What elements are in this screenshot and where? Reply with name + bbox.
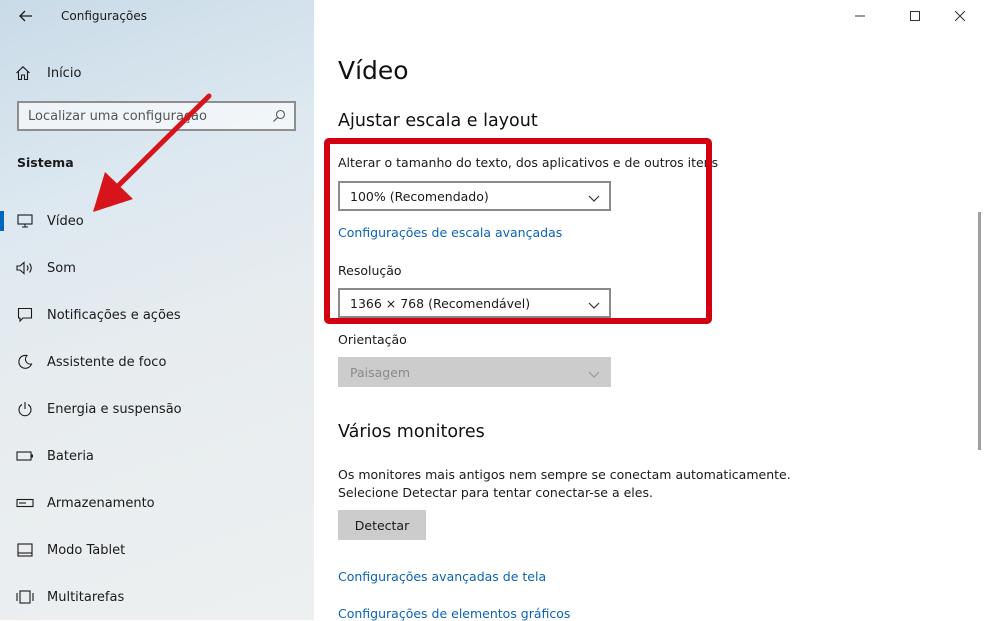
minimize-button[interactable] <box>845 6 875 28</box>
orientation-label: Orientação <box>338 332 407 347</box>
maximize-icon <box>910 9 920 25</box>
sidebar-item-label: Energia e suspensão <box>47 401 182 417</box>
monitors-description-line2: Selecione Detectar para tentar conectar-… <box>338 485 653 500</box>
sidebar-item-focus-assist[interactable]: Assistente de foco <box>0 342 314 382</box>
sidebar-item-notifications[interactable]: Notificações e ações <box>0 295 314 335</box>
power-icon <box>16 400 34 418</box>
search-input[interactable] <box>19 107 268 125</box>
close-button[interactable] <box>945 6 975 28</box>
sidebar-item-label: Som <box>47 260 76 276</box>
section-title-scale: Ajustar escala e layout <box>338 111 538 131</box>
app-title: Configurações <box>61 9 147 23</box>
monitor-icon <box>16 212 34 230</box>
orientation-dropdown[interactable]: Paisagem <box>338 357 611 387</box>
scrollbar[interactable] <box>978 212 981 450</box>
advanced-display-link[interactable]: Configurações avançadas de tela <box>338 569 546 584</box>
sidebar-item-storage[interactable]: Armazenamento <box>0 483 314 523</box>
maximize-button[interactable] <box>900 6 930 28</box>
search-icon[interactable] <box>268 105 290 127</box>
highlight-box <box>324 138 712 324</box>
sidebar-item-tablet-mode[interactable]: Modo Tablet <box>0 530 314 570</box>
orientation-value: Paisagem <box>350 364 411 380</box>
section-title-monitors: Vários monitores <box>338 422 485 442</box>
back-button[interactable] <box>14 6 38 28</box>
moon-icon <box>16 353 34 371</box>
monitors-description-line1: Os monitores mais antigos nem sempre se … <box>338 467 791 482</box>
sidebar-item-label: Vídeo <box>47 213 84 229</box>
sidebar-item-sound[interactable]: Som <box>0 248 314 288</box>
sidebar-item-label: Armazenamento <box>47 495 155 511</box>
minimize-icon <box>855 9 865 25</box>
main-panel: Vídeo Ajustar escala e layout Alterar o … <box>314 0 984 621</box>
notification-icon <box>16 306 34 324</box>
search-box[interactable] <box>17 101 296 131</box>
sidebar: Configurações Início Sistema Vídeo Som N… <box>0 0 314 620</box>
sidebar-item-label: Início <box>47 65 82 81</box>
battery-icon <box>16 447 34 465</box>
sidebar-item-video[interactable]: Vídeo <box>0 201 314 241</box>
sidebar-item-label: Notificações e ações <box>47 307 181 323</box>
back-arrow-icon <box>19 7 33 26</box>
sidebar-item-label: Multitarefas <box>47 589 125 605</box>
multitask-icon <box>16 588 34 606</box>
sidebar-item-label: Bateria <box>47 448 94 464</box>
sidebar-item-home[interactable]: Início <box>14 63 81 83</box>
storage-icon <box>16 494 34 512</box>
section-label: Sistema <box>17 155 74 170</box>
tablet-icon <box>16 541 34 559</box>
speaker-icon <box>16 259 34 277</box>
sidebar-item-label: Assistente de foco <box>47 354 167 370</box>
graphics-settings-link[interactable]: Configurações de elementos gráficos <box>338 606 570 621</box>
sidebar-item-battery[interactable]: Bateria <box>0 436 314 476</box>
detect-button[interactable]: Detectar <box>338 510 426 540</box>
sidebar-item-power[interactable]: Energia e suspensão <box>0 389 314 429</box>
sidebar-item-multitasking[interactable]: Multitarefas <box>0 577 314 617</box>
chevron-down-icon <box>588 363 600 382</box>
page-title: Vídeo <box>338 56 409 85</box>
sidebar-item-label: Modo Tablet <box>47 542 126 558</box>
close-icon <box>954 9 966 25</box>
home-icon <box>14 64 32 82</box>
